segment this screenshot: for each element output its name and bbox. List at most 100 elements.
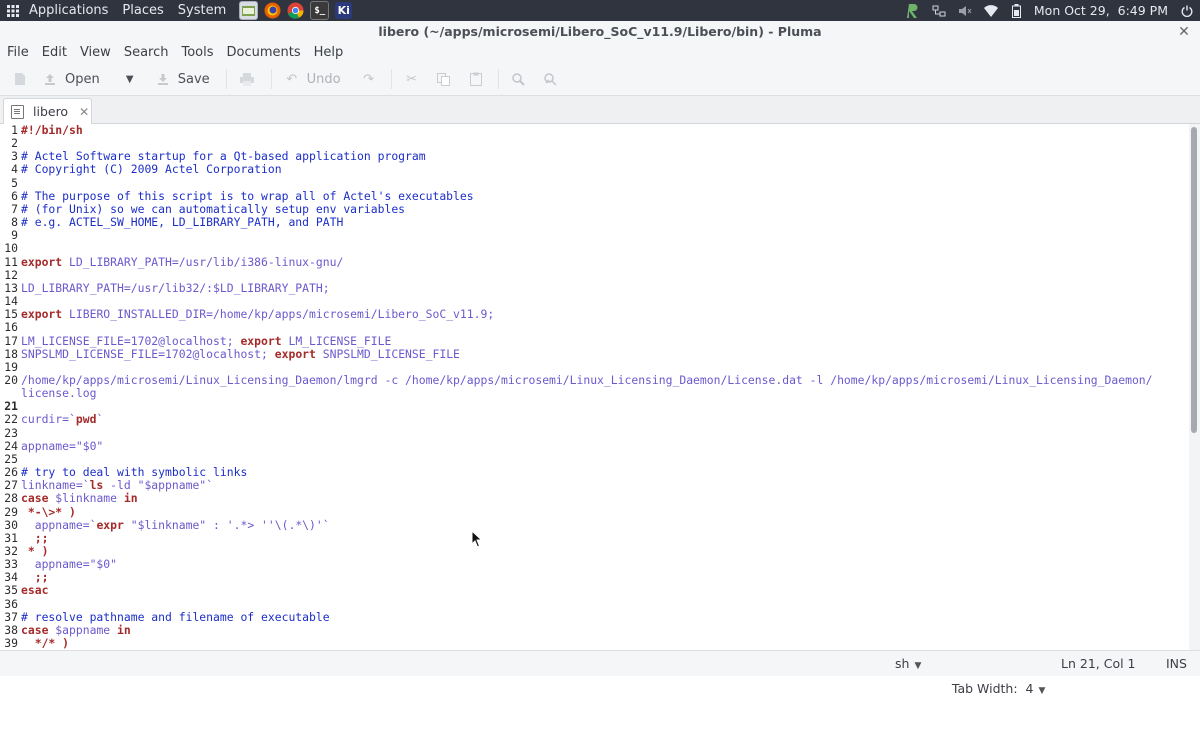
- menu-view[interactable]: View: [73, 43, 117, 63]
- paste-button[interactable]: [468, 65, 484, 93]
- close-icon[interactable]: ✕: [1176, 24, 1192, 40]
- undo-icon: ↶: [286, 71, 298, 87]
- code-line[interactable]: license.log: [0, 386, 1189, 400]
- save-button-label: Save: [177, 71, 210, 87]
- replace-button[interactable]: [543, 65, 559, 93]
- code-line[interactable]: 33 appname="$0": [0, 557, 1189, 571]
- kicad-icon[interactable]: Ki: [335, 2, 353, 19]
- code-line[interactable]: 6 # The purpose of this script is to wrap…: [0, 188, 1189, 203]
- window-title: libero (~/apps/microsemi/Libero_SoC_v11.…: [378, 24, 822, 39]
- toolbar-separator: [497, 69, 499, 89]
- tab-width-selector[interactable]: Tab Width: 4 ▼: [936, 651, 1045, 729]
- code-line[interactable]: 24 appname="$0": [0, 439, 1189, 453]
- code-line[interactable]: 11 export LD_LIBRARY_PATH=/usr/lib/i386-l…: [0, 254, 1189, 269]
- open-recent-dropdown[interactable]: ▼: [122, 65, 138, 93]
- code-line[interactable]: 10: [0, 242, 1189, 255]
- terminal-icon[interactable]: $_: [310, 1, 330, 20]
- print-button[interactable]: [239, 65, 255, 93]
- save-arrow-icon: [155, 71, 171, 87]
- scrollbar-thumb[interactable]: [1191, 127, 1197, 433]
- copy-icon: [436, 71, 452, 87]
- code-line[interactable]: 34 ;;: [0, 571, 1189, 584]
- toolbar: Open ▼ Save ↶ Undo ↷ ✂: [0, 63, 1200, 96]
- menu-edit[interactable]: Edit: [35, 43, 73, 63]
- new-document-icon: [12, 71, 28, 87]
- cursor-position: Ln 21, Col 1: [1061, 656, 1136, 671]
- code-line[interactable]: 36: [0, 597, 1189, 611]
- code-line[interactable]: 13 LD_LIBRARY_PATH=/usr/lib32/:$LD_LIBRAR…: [0, 281, 1189, 295]
- panel-menu-system[interactable]: System: [171, 0, 233, 21]
- code-text: LM_LICENSE_FILE=1702@localhost; export L…: [21, 333, 392, 348]
- code-line[interactable]: 12: [0, 268, 1189, 282]
- vertical-scrollbar[interactable]: [1189, 124, 1200, 650]
- line-number: 30: [4, 517, 18, 532]
- line-number: 11: [4, 254, 18, 269]
- file-manager-icon[interactable]: [239, 1, 259, 20]
- volume-muted-icon[interactable]: [957, 3, 973, 19]
- code-text: curdir=`pwd`: [21, 412, 104, 427]
- code-line[interactable]: 22 curdir=`pwd`: [0, 413, 1189, 426]
- document-tabbar: libero ✕: [0, 96, 1200, 124]
- code-line[interactable]: 9: [0, 229, 1189, 242]
- code-line[interactable]: 19: [0, 360, 1189, 374]
- power-icon[interactable]: [1179, 3, 1195, 19]
- menu-help[interactable]: Help: [307, 43, 350, 63]
- find-button[interactable]: [511, 65, 527, 93]
- code-line[interactable]: 23: [0, 426, 1189, 440]
- code-line[interactable]: 30 appname=`expr "$linkname" : '.*> ''\(…: [0, 517, 1189, 532]
- code-line[interactable]: 20/home/kp/apps/microsemi/Linux_Licensin…: [0, 373, 1189, 387]
- code-line[interactable]: 21: [0, 400, 1189, 414]
- firefox-icon[interactable]: [264, 2, 281, 19]
- r-app-icon[interactable]: [905, 3, 921, 19]
- save-button[interactable]: Save: [155, 65, 210, 93]
- code-line[interactable]: 29 *-\>* ): [0, 505, 1189, 519]
- line-number: 10: [4, 241, 18, 256]
- code-line[interactable]: 4 # Copyright (C) 2009 Actel Corporation: [0, 163, 1189, 176]
- menu-tools[interactable]: Tools: [174, 43, 219, 63]
- code-line[interactable]: 15 export LIBERO_INSTALLED_DIR=/home/kp/a…: [0, 308, 1189, 321]
- open-button[interactable]: Open: [42, 65, 100, 93]
- code-line[interactable]: 28 case $linkname in: [0, 492, 1189, 505]
- clipboard-icon: [468, 71, 484, 87]
- code-line[interactable]: 39 */* ): [0, 636, 1189, 650]
- redo-button[interactable]: ↷: [361, 65, 377, 93]
- code-line[interactable]: 17 LM_LICENSE_FILE=1702@localhost; export…: [0, 333, 1189, 348]
- undo-button[interactable]: ↶ Undo: [284, 65, 340, 93]
- text-editor[interactable]: 1 #!/bin/sh 2 3 # Actel Software startup for…: [0, 124, 1189, 650]
- cut-button[interactable]: ✂: [404, 65, 420, 93]
- window-titlebar[interactable]: libero (~/apps/microsemi/Libero_SoC_v11.…: [0, 21, 1200, 43]
- mouse-pointer-icon: [471, 530, 483, 548]
- menu-search[interactable]: Search: [117, 43, 175, 63]
- line-number: 6: [11, 188, 18, 203]
- code-line[interactable]: 16: [0, 321, 1189, 334]
- new-button[interactable]: [12, 65, 28, 93]
- line-number: 28: [4, 491, 18, 506]
- code-line[interactable]: 35 esac: [0, 584, 1189, 597]
- code-line[interactable]: 8 # e.g. ACTEL_SW_HOME, LD_LIBRARY_PATH, …: [0, 215, 1189, 229]
- menu-documents[interactable]: Documents: [220, 43, 307, 63]
- code-line[interactable]: 1 #!/bin/sh: [0, 124, 1189, 137]
- code-line[interactable]: 27 linkname=`ls -ld "$appname"`: [0, 479, 1189, 492]
- find-replace-icon: [543, 71, 559, 87]
- toolbar-separator: [390, 69, 392, 89]
- tab-libero[interactable]: libero ✕: [3, 98, 92, 124]
- chrome-icon[interactable]: [287, 2, 304, 19]
- code-line[interactable]: 38 case $appname in: [0, 623, 1189, 637]
- code-line[interactable]: 18 SNPSLMD_LICENSE_FILE=1702@localhost; e…: [0, 347, 1189, 361]
- code-line[interactable]: 32 * ): [0, 544, 1189, 558]
- code-text: */* ): [21, 636, 70, 650]
- menu-file[interactable]: File: [0, 43, 35, 63]
- wifi-icon[interactable]: [983, 3, 999, 19]
- code-line[interactable]: 5: [0, 176, 1189, 190]
- copy-button[interactable]: [436, 65, 452, 93]
- battery-icon[interactable]: [1009, 3, 1025, 19]
- app-grid-icon[interactable]: [4, 0, 22, 21]
- tab-close-icon[interactable]: ✕: [79, 105, 89, 119]
- panel-menu-places[interactable]: Places: [115, 0, 170, 21]
- network-icon[interactable]: [931, 3, 947, 19]
- code-line[interactable]: 31 ;;: [0, 531, 1189, 545]
- panel-clock[interactable]: Mon Oct 29, 6:49 PM: [1034, 3, 1168, 18]
- code-line[interactable]: 37 # resolve pathname and filename of exe…: [0, 609, 1189, 624]
- line-number: 37: [4, 609, 18, 624]
- panel-menu-applications[interactable]: Applications: [22, 0, 115, 21]
